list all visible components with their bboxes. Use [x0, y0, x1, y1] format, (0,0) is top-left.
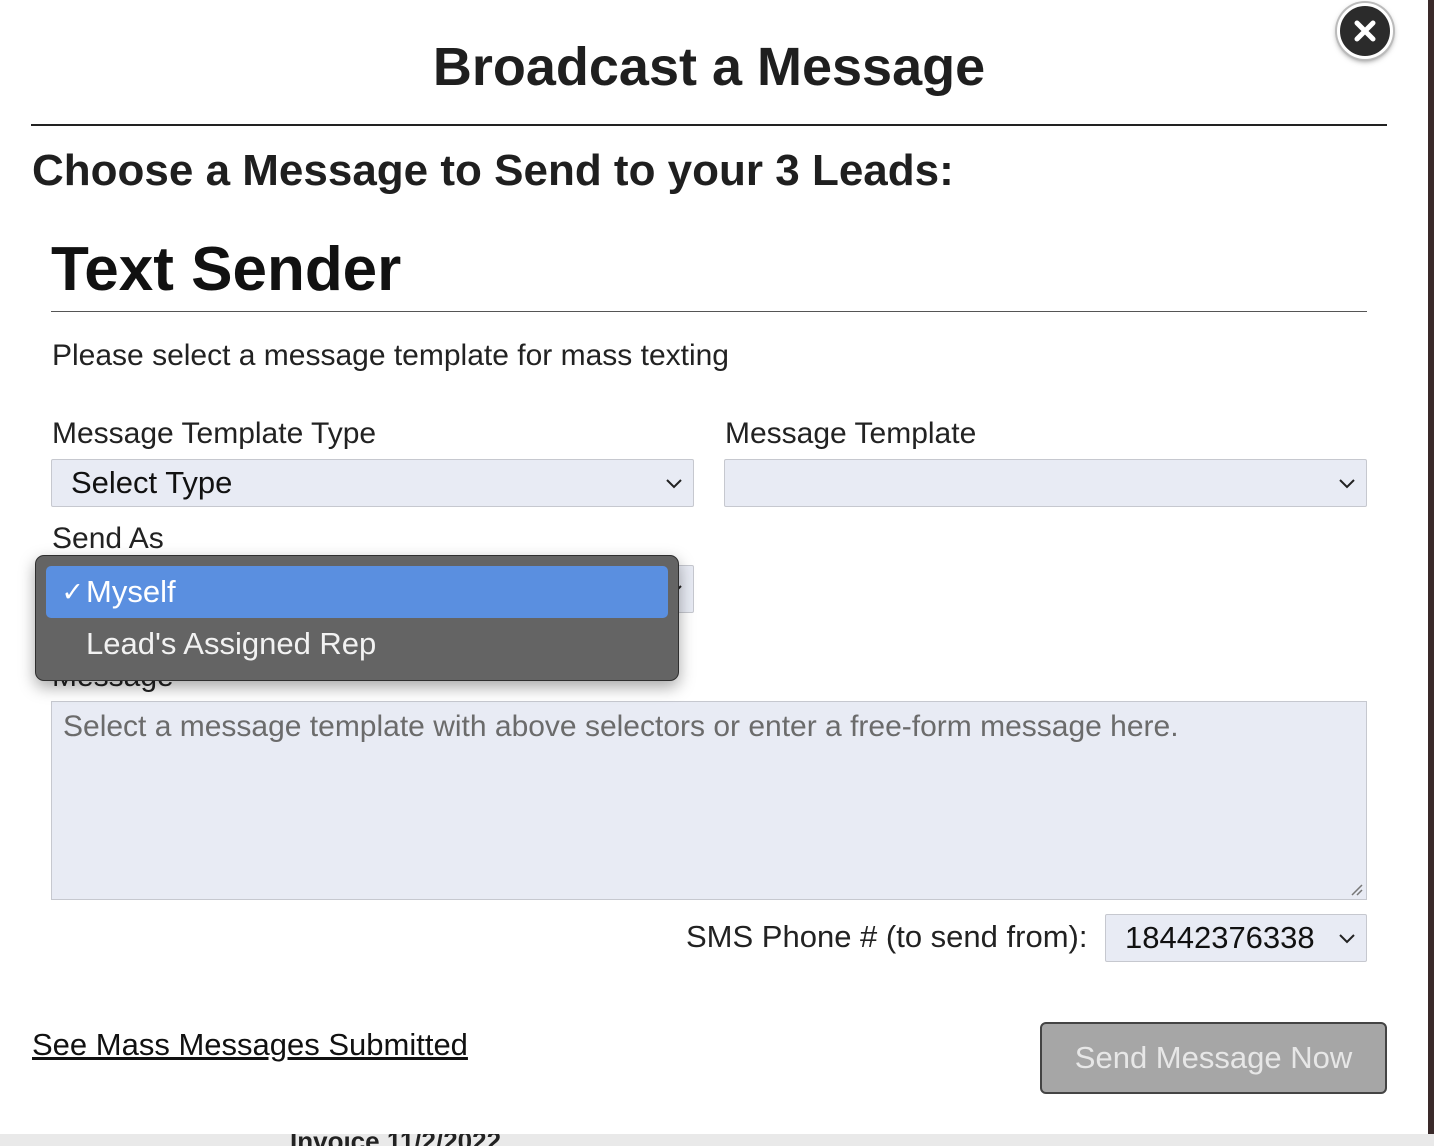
sms-phone-label: SMS Phone # (to send from): [686, 919, 1088, 954]
broadcast-modal: Broadcast a Message Choose a Message to … [0, 0, 1426, 1134]
sender-divider [51, 311, 1367, 312]
message-placeholder: Select a message template with above sel… [63, 710, 1179, 743]
resize-grip-icon[interactable] [1349, 882, 1363, 896]
instructions-text: Please select a message template for mas… [52, 339, 729, 372]
send-as-dropdown-menu: ✓ Myself Lead's Assigned Rep [35, 555, 679, 681]
option-label: Lead's Assigned Rep [86, 626, 377, 661]
send-message-label: Send Message Now [1074, 1040, 1353, 1075]
chevron-down-icon [666, 479, 682, 489]
background-page-strip: Invoice 11/2/2022 [0, 1134, 1434, 1146]
title-divider [31, 124, 1387, 126]
template-select[interactable] [724, 459, 1367, 507]
send-as-label: Send As [52, 522, 164, 555]
sms-phone-value: 18442376338 [1125, 920, 1315, 955]
background-peek-text: Invoice 11/2/2022 [290, 1134, 501, 1146]
checkmark-icon: ✓ [61, 576, 84, 607]
template-type-label: Message Template Type [52, 417, 377, 450]
option-label: Myself [86, 574, 176, 609]
template-type-select[interactable]: Select Type [51, 459, 694, 507]
sender-title: Text Sender [51, 235, 402, 304]
dropdown-option-myself[interactable]: ✓ Myself [46, 566, 668, 618]
send-message-button[interactable]: Send Message Now [1040, 1022, 1387, 1094]
background-page-edge [1428, 0, 1434, 1146]
sms-phone-select[interactable]: 18442376338 [1105, 914, 1367, 962]
choose-heading: Choose a Message to Send to your 3 Leads… [32, 146, 954, 195]
see-mass-messages-link[interactable]: See Mass Messages Submitted [32, 1027, 468, 1063]
template-label: Message Template [725, 417, 977, 450]
chevron-down-icon [1339, 479, 1355, 489]
chevron-down-icon [1339, 934, 1355, 944]
template-type-value: Select Type [71, 465, 233, 500]
dropdown-option-assigned-rep[interactable]: Lead's Assigned Rep [46, 618, 668, 670]
message-textarea[interactable]: Select a message template with above sel… [51, 701, 1367, 900]
modal-title: Broadcast a Message [432, 37, 986, 97]
